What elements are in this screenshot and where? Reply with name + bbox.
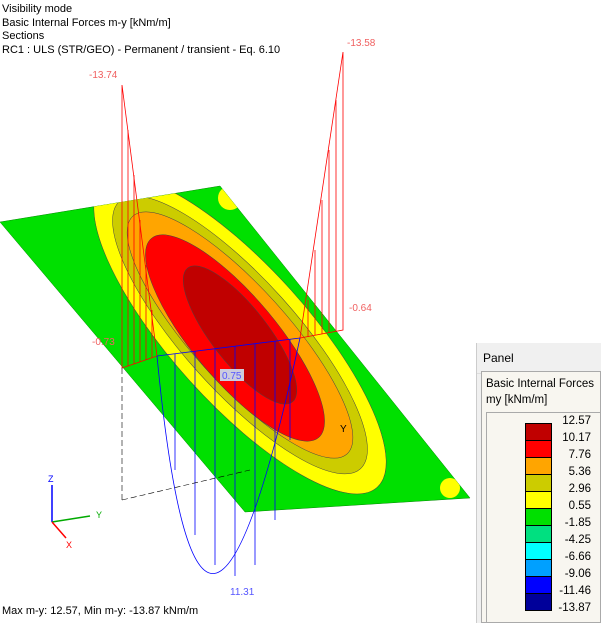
legend-swatch xyxy=(525,577,552,594)
legend-value: -13.87 xyxy=(558,602,591,614)
sections-label: Sections xyxy=(2,30,45,42)
legend-swatch xyxy=(525,594,552,611)
svg-text:Z: Z xyxy=(48,474,54,484)
result-type: Basic Internal Forces m-y [kNm/m] xyxy=(2,16,171,29)
legend-swatch xyxy=(525,492,552,509)
legend-value: -4.25 xyxy=(564,534,591,546)
legend-swatch xyxy=(525,560,552,577)
legend-swatch xyxy=(525,423,552,441)
legend-swatch xyxy=(525,543,552,560)
label-right: -0.64 xyxy=(349,303,372,314)
plate-axis-label: Y xyxy=(340,424,347,435)
visibility-mode: Visibility mode xyxy=(2,3,73,15)
info-text: Visibility mode Basic Internal Forces m-… xyxy=(2,3,280,57)
panel: Panel Basic Internal Forces my [kNm/m] 1… xyxy=(476,343,601,623)
label-top-right: -13.58 xyxy=(347,38,376,49)
legend-swatch xyxy=(525,526,552,543)
load-combination: RC1 : ULS (STR/GEO) - Permanent / transi… xyxy=(2,43,281,56)
legend-value: 10.17 xyxy=(562,432,591,444)
color-legend: 12.57 10.17 7.76 5.36 2.96 0.55 -1.85 -4.25 -6.6… xyxy=(486,412,600,622)
legend-value: 7.76 xyxy=(568,449,591,461)
svg-text:Y: Y xyxy=(96,510,102,520)
legend-value: 12.57 xyxy=(562,415,591,427)
status-text: Max m-y: 12.57, Min m-y: -13.87 kNm/m xyxy=(2,605,199,617)
legend-value: -11.46 xyxy=(559,585,591,597)
legend-value: 5.36 xyxy=(568,466,591,478)
legend-swatch xyxy=(525,441,552,458)
legend-swatch xyxy=(525,458,552,475)
legend-swatch xyxy=(525,475,552,492)
legend-value: 2.96 xyxy=(568,483,591,495)
legend-value: -6.66 xyxy=(564,551,591,563)
svg-text:X: X xyxy=(66,540,72,550)
label-bottom: 11.31 xyxy=(230,587,255,598)
panel-title: Panel xyxy=(477,343,601,374)
label-top-left: -13.74 xyxy=(89,70,118,81)
label-mid: 0.75 xyxy=(222,371,242,382)
legend-swatch xyxy=(525,509,552,526)
panel-unit: my [kNm/m] xyxy=(486,394,548,406)
panel-heading: Basic Internal Forces xyxy=(486,378,595,390)
legend-value: -1.85 xyxy=(564,517,591,529)
label-left: -0.73 xyxy=(92,337,115,348)
legend-value: 0.55 xyxy=(568,500,591,512)
axis-triad-icon: Z Y X xyxy=(48,474,102,550)
legend-value: -9.06 xyxy=(564,568,591,580)
